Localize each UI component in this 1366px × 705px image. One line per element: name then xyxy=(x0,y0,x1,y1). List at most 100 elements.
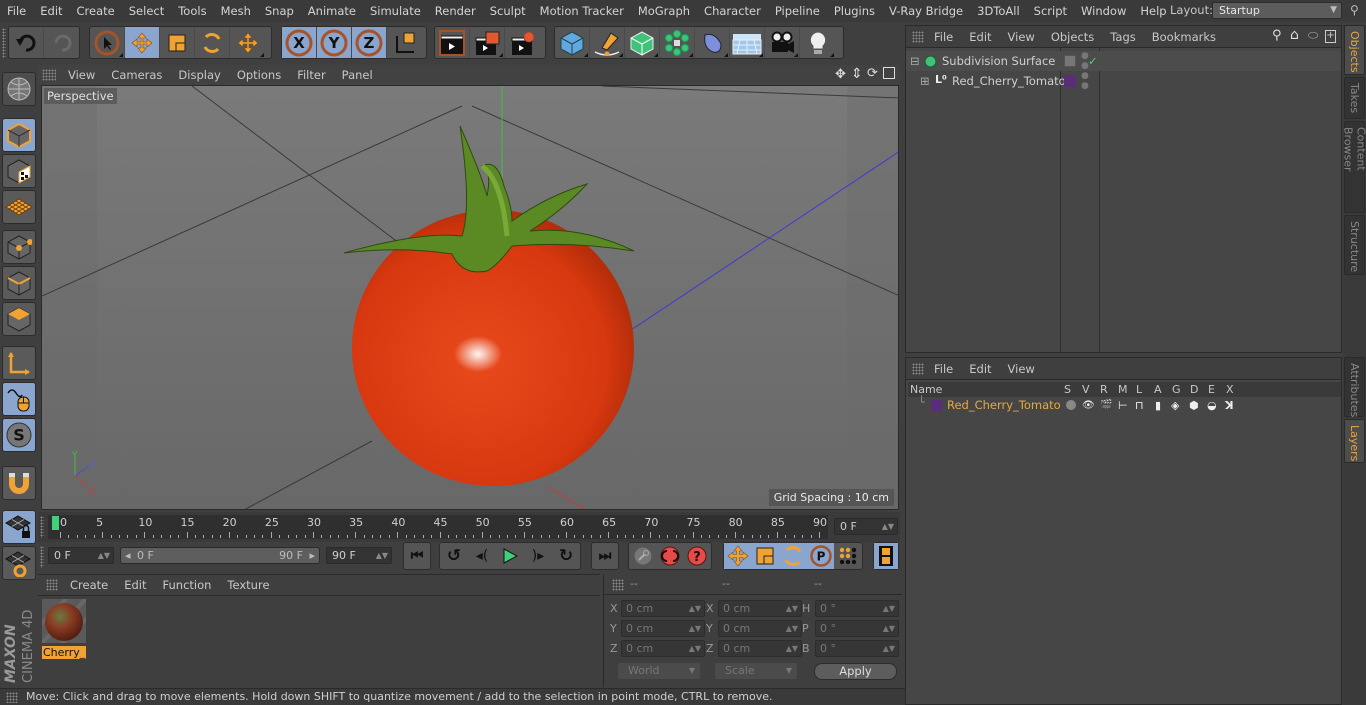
go-to-start-button[interactable]: ⏮ xyxy=(404,543,430,569)
expand-icon[interactable]: ⊞ xyxy=(920,71,930,91)
animation-icon[interactable]: ▮ xyxy=(1155,397,1161,414)
lock-icon[interactable]: ⊓ xyxy=(1135,397,1144,414)
menu-select[interactable]: Select xyxy=(122,4,171,18)
timeline-window-button[interactable] xyxy=(874,543,898,569)
frame-range-slider[interactable]: ◂ 0 F 90 F ▸ xyxy=(120,547,320,564)
layer-manager-grip[interactable] xyxy=(912,362,924,375)
next-frame-button[interactable]: )▸ xyxy=(524,543,552,569)
om-menu-view[interactable]: View xyxy=(1000,30,1043,44)
magnet-button[interactable] xyxy=(2,466,36,500)
y-axis-button[interactable]: Y xyxy=(317,27,352,58)
material-name[interactable]: Cherry_1 xyxy=(42,646,86,659)
render-clapper-icon[interactable]: 🎬 xyxy=(1100,397,1112,414)
eye-toggle-icon[interactable]: ⬭ xyxy=(1308,28,1318,43)
rot-h-field[interactable]: 0 ° ▲▼ xyxy=(815,600,899,617)
z-axis-button[interactable]: Z xyxy=(352,27,387,58)
menu-tools[interactable]: Tools xyxy=(171,4,213,18)
material-menu-texture[interactable]: Texture xyxy=(219,578,277,592)
current-frame-field[interactable]: 0 F ▲▼ xyxy=(834,518,898,535)
edges-mode-button[interactable] xyxy=(2,266,36,300)
layer-name[interactable]: Red_Cherry_Tomato xyxy=(947,397,1061,414)
previous-key-button[interactable]: ↺ xyxy=(440,543,468,569)
end-frame-field[interactable]: 90 F ▲▼ xyxy=(326,547,392,564)
playhead[interactable] xyxy=(52,516,59,530)
column-solo[interactable]: S xyxy=(1064,383,1071,396)
om-menu-tags[interactable]: Tags xyxy=(1102,30,1143,44)
viewport-menu-display[interactable]: Display xyxy=(170,68,228,82)
menu-pipeline[interactable]: Pipeline xyxy=(768,4,827,18)
record-key-button[interactable] xyxy=(629,543,656,569)
viewport-menu-panel[interactable]: Panel xyxy=(334,68,381,82)
floor-button[interactable] xyxy=(730,27,765,58)
material-swatch[interactable]: Cherry_1 xyxy=(30,587,98,659)
keyframe-selection-button[interactable]: ? xyxy=(684,543,711,569)
menu-mograph[interactable]: MoGraph xyxy=(631,4,697,18)
menu-help[interactable]: Help xyxy=(1133,4,1173,18)
range-left-arrow[interactable]: ◂ xyxy=(125,548,131,563)
om-menu-edit[interactable]: Edit xyxy=(961,30,999,44)
menu-simulate[interactable]: Simulate xyxy=(363,4,428,18)
previous-frame-button[interactable]: ◂( xyxy=(468,543,496,569)
pos-y-field[interactable]: 0 cm ▲▼ xyxy=(621,620,705,637)
tab-layers[interactable]: Layers xyxy=(1344,419,1365,463)
scale-track-button[interactable] xyxy=(751,543,780,569)
viewport-menu-view[interactable]: View xyxy=(60,68,103,82)
home-icon[interactable]: ⌂ xyxy=(1290,27,1299,43)
last-tool-button[interactable] xyxy=(230,27,265,58)
menu-create[interactable]: Create xyxy=(70,4,122,18)
menu-window[interactable]: Window xyxy=(1074,4,1133,18)
om-menu-bookmarks[interactable]: Bookmarks xyxy=(1144,30,1224,44)
pos-x-field[interactable]: 0 cm ▲▼ xyxy=(621,600,705,617)
layer-color-swatch[interactable] xyxy=(1064,75,1076,87)
column-expressions[interactable]: E xyxy=(1208,383,1215,396)
search-icon[interactable]: ⚲ xyxy=(1350,3,1359,17)
enabled-check-icon[interactable]: ✓ xyxy=(1088,51,1098,71)
parameter-track-button[interactable]: P xyxy=(806,543,835,569)
object-name[interactable]: Subdivision Surface xyxy=(942,51,1055,71)
viewport-grip[interactable] xyxy=(42,69,56,81)
column-manager[interactable]: M xyxy=(1118,383,1128,396)
polygons-mode-button[interactable] xyxy=(2,302,36,336)
camera-button[interactable] xyxy=(765,27,800,58)
autokey-button[interactable] xyxy=(656,543,683,569)
workplane-snap-button[interactable] xyxy=(2,546,36,580)
object-name[interactable]: Red_Cherry_Tomato xyxy=(952,71,1066,91)
material-menu-function[interactable]: Function xyxy=(155,578,220,592)
3d-viewport[interactable]: Y Z X Perspective Grid Spacing : 10 cm xyxy=(41,85,899,510)
workplane-mode-button[interactable] xyxy=(2,190,36,224)
point-level-button[interactable] xyxy=(834,543,862,569)
axis-mode-button[interactable] xyxy=(2,346,36,380)
points-mode-button[interactable] xyxy=(2,230,36,264)
viewport-maximize-icon[interactable] xyxy=(883,67,895,79)
next-key-button[interactable]: ↻ xyxy=(552,543,580,569)
column-view[interactable]: V xyxy=(1082,383,1090,396)
om-menu-file[interactable]: File xyxy=(926,30,961,44)
range-right-arrow[interactable]: ▸ xyxy=(309,548,315,563)
collapse-icon[interactable]: ⊟ xyxy=(910,51,920,71)
tab-attributes[interactable]: Attributes xyxy=(1344,357,1365,417)
column-render[interactable]: R xyxy=(1100,383,1108,396)
lm-menu-view[interactable]: View xyxy=(1000,362,1043,376)
viewport-rotate-icon[interactable]: ⟳ xyxy=(867,66,878,81)
viewport-menu-cameras[interactable]: Cameras xyxy=(103,68,170,82)
menu-plugins[interactable]: Plugins xyxy=(827,4,882,18)
layer-slot-icon[interactable] xyxy=(1064,55,1076,67)
menu-snap[interactable]: Snap xyxy=(258,4,301,18)
model-mode-button[interactable] xyxy=(2,118,36,152)
cube-button[interactable] xyxy=(555,27,590,58)
viewport-menu-filter[interactable]: Filter xyxy=(289,68,333,82)
make-editable-button[interactable] xyxy=(2,72,36,106)
menu-character[interactable]: Character xyxy=(697,4,768,18)
undo-button[interactable] xyxy=(9,27,44,58)
render-picture-viewer-button[interactable] xyxy=(470,27,505,58)
tab-objects[interactable]: Objects xyxy=(1344,25,1365,75)
cloner-button[interactable] xyxy=(660,27,695,58)
coordinate-mode-dropdown[interactable]: World ▼ xyxy=(618,663,700,679)
render-view-button[interactable] xyxy=(435,27,470,58)
rot-b-field[interactable]: 0 ° ▲▼ xyxy=(815,640,899,657)
viewport-menu-options[interactable]: Options xyxy=(229,68,289,82)
locked-workplane-button[interactable] xyxy=(2,510,36,544)
column-name[interactable]: Name xyxy=(910,383,942,396)
toolbar-grip[interactable] xyxy=(2,28,6,58)
deformer-button[interactable] xyxy=(695,27,730,58)
